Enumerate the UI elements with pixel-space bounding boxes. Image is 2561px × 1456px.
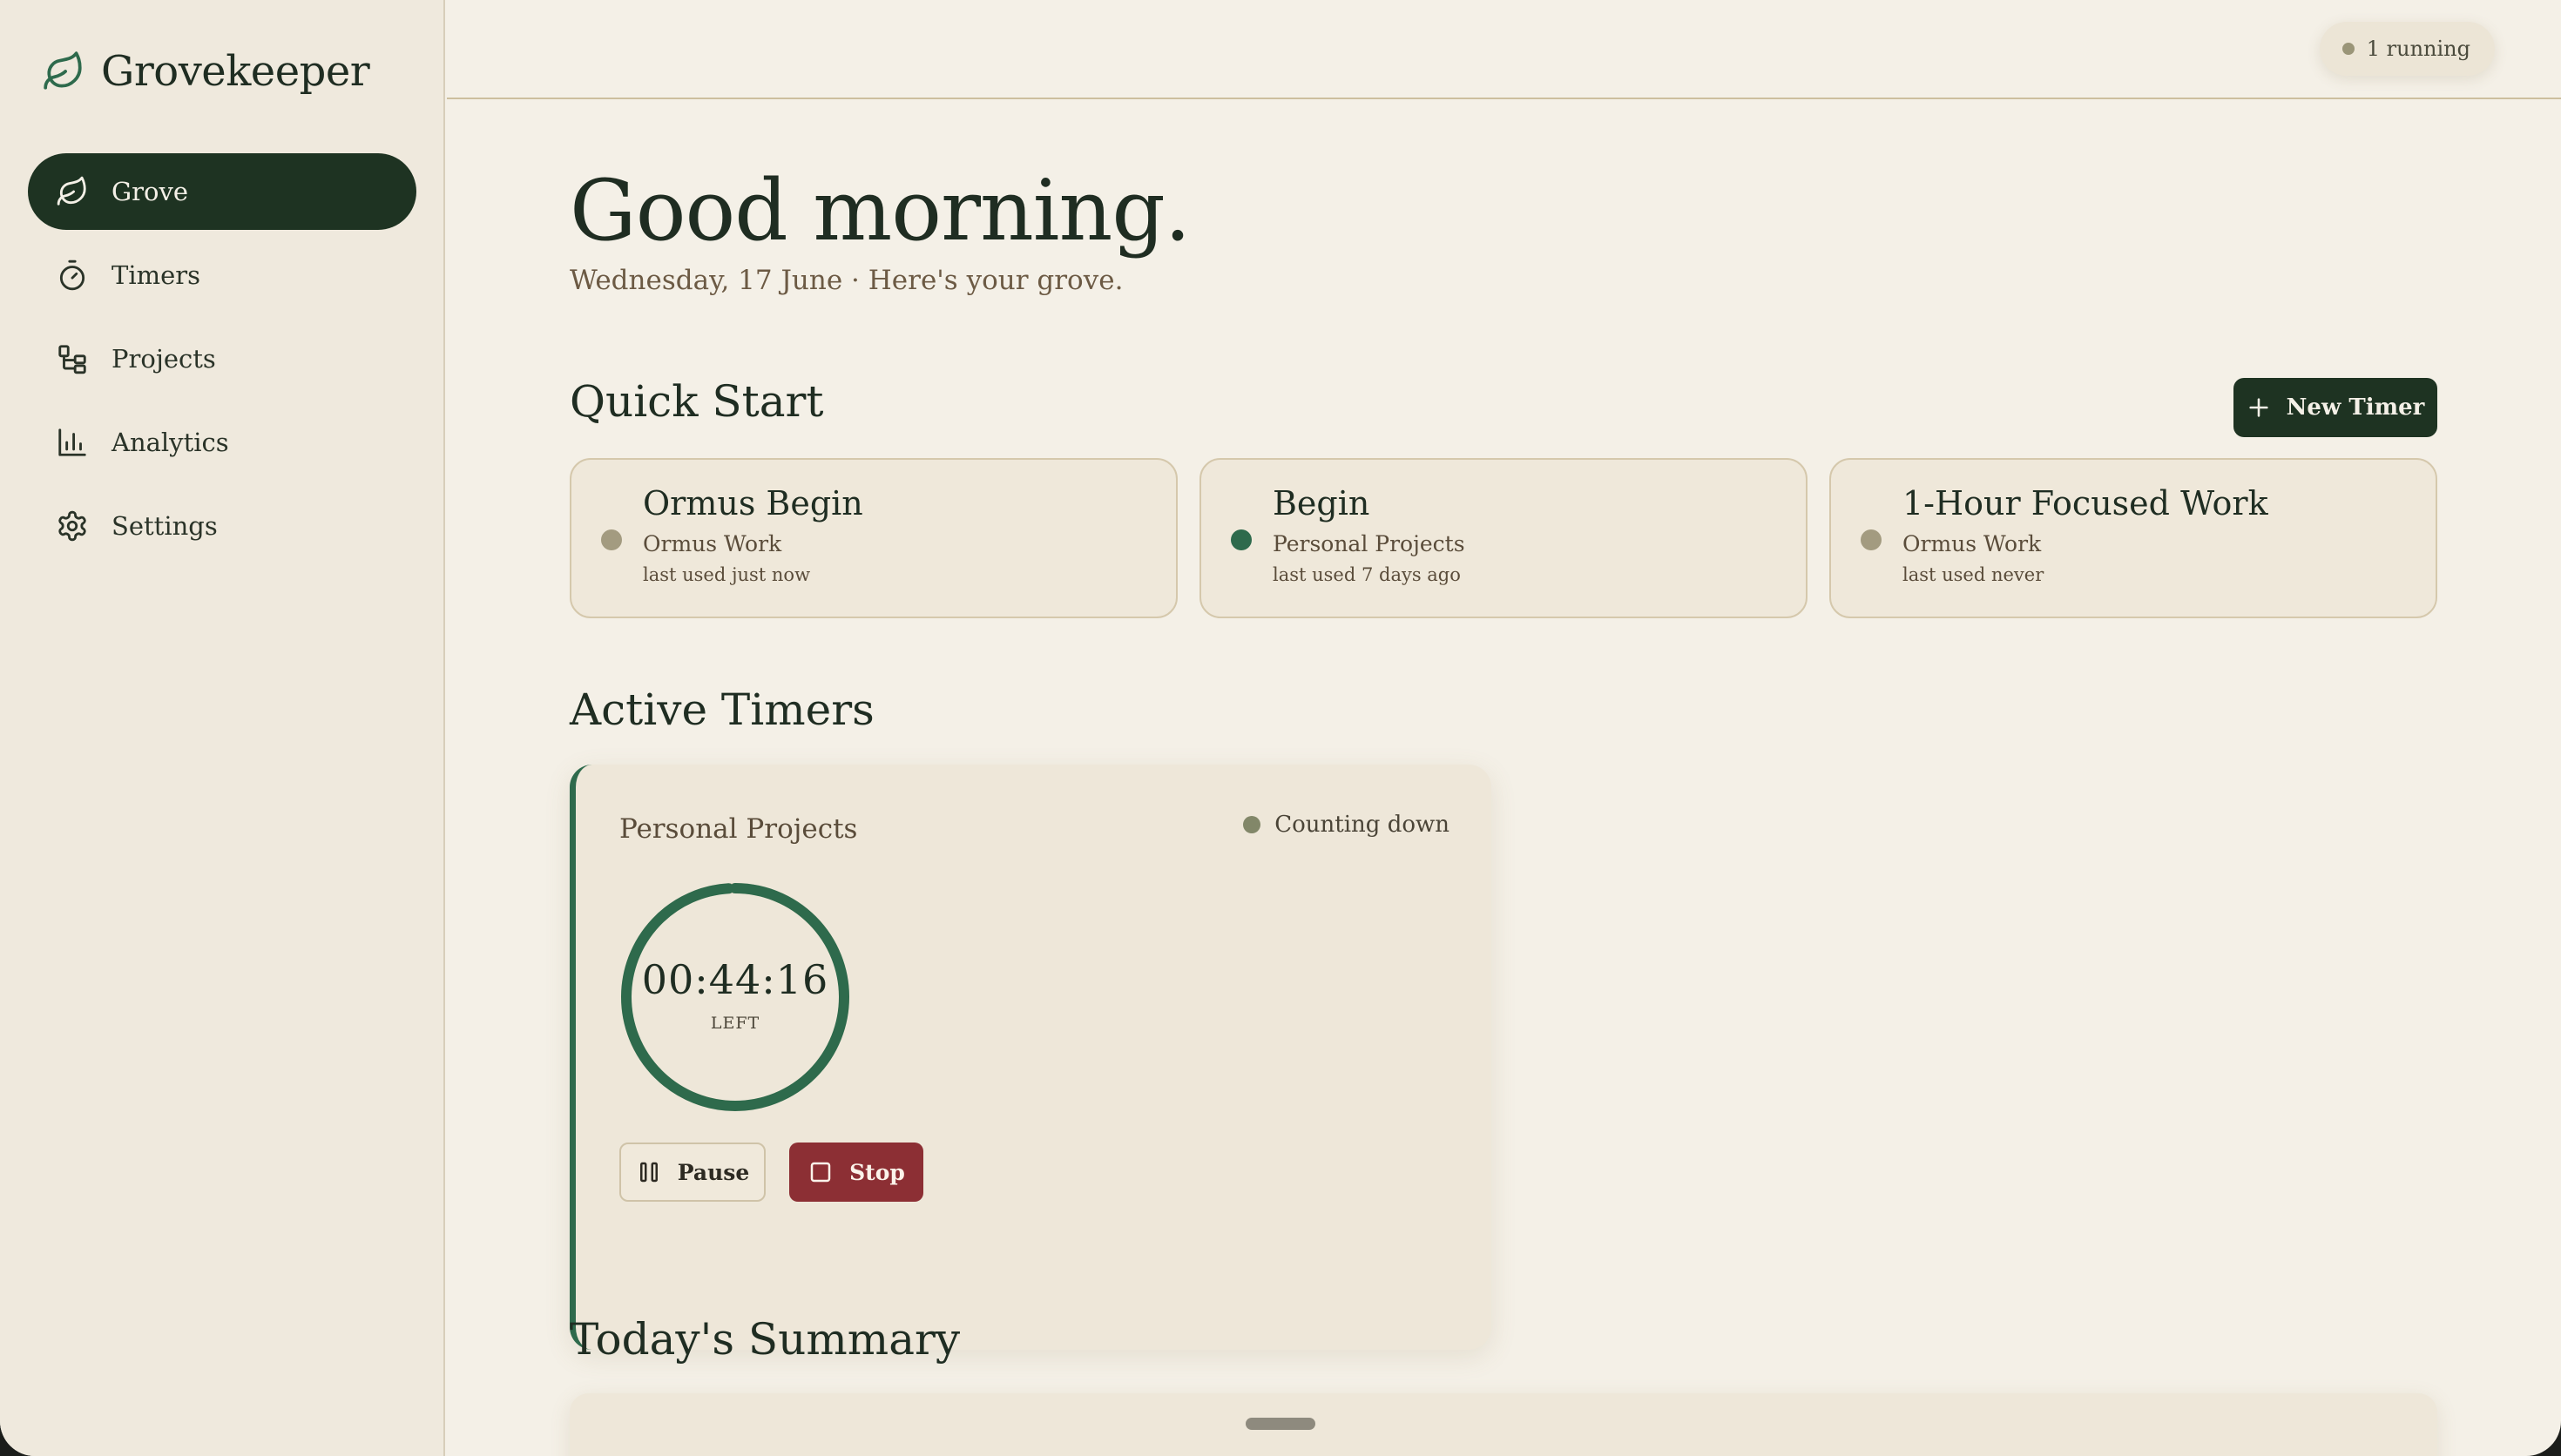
timer-last-used: last used 7 days ago <box>1273 564 1461 585</box>
quick-start-card[interactable]: Ormus Begin Ormus Work last used just no… <box>570 458 1178 618</box>
plus-icon <box>2247 395 2271 420</box>
sidebar-item-projects[interactable]: Projects <box>28 320 416 397</box>
quick-start-card[interactable]: 1-Hour Focused Work Ormus Work last used… <box>1829 458 2437 618</box>
sidebar-item-label: Timers <box>111 260 201 290</box>
new-timer-button[interactable]: New Timer <box>2233 378 2437 437</box>
leaf-icon <box>56 175 89 208</box>
gear-icon <box>56 509 89 543</box>
pause-label: Pause <box>677 1159 750 1185</box>
date-subtitle: Wednesday, 17 June · Here's your grove. <box>570 265 1124 296</box>
timer-name: Begin <box>1273 484 1370 522</box>
countdown-ring: 00:44:16 LEFT <box>619 881 851 1113</box>
sidebar-item-grove[interactable]: Grove <box>28 153 416 230</box>
timer-status-label: Counting down <box>1274 812 1449 838</box>
status-dot-icon <box>1243 816 1261 833</box>
timer-last-used: last used just now <box>643 564 811 585</box>
timer-time-label: LEFT <box>710 1014 760 1033</box>
timer-project: Personal Projects <box>619 813 858 845</box>
new-timer-label: New Timer <box>2286 394 2425 421</box>
timer-name: 1-Hour Focused Work <box>1902 484 2268 522</box>
bar-chart-icon <box>56 426 89 459</box>
sidebar: Grovekeeper Grove Timers Projects Analyt… <box>0 0 445 1456</box>
todays-summary-title: Today's Summary <box>570 1314 961 1365</box>
timer-project: Personal Projects <box>1273 531 1465 556</box>
stop-icon <box>807 1159 834 1185</box>
scroll-handle[interactable] <box>1246 1418 1315 1430</box>
timer-project: Ormus Work <box>1902 531 2042 556</box>
status-dot-icon <box>2341 43 2355 55</box>
running-status-pill[interactable]: 1 running <box>2319 22 2495 76</box>
timer-status: Counting down <box>1243 812 1449 838</box>
sidebar-item-label: Projects <box>111 344 216 374</box>
project-color-dot <box>1861 529 1882 550</box>
sidebar-item-analytics[interactable]: Analytics <box>28 404 416 481</box>
quick-start-title: Quick Start <box>570 376 824 427</box>
app-window: Grovekeeper Grove Timers Projects Analyt… <box>0 0 2561 1456</box>
timer-last-used: last used never <box>1902 564 2044 585</box>
sidebar-nav: Grove Timers Projects Analytics Settings <box>28 153 416 571</box>
stop-label: Stop <box>849 1159 905 1185</box>
pause-icon <box>636 1159 662 1185</box>
sidebar-item-label: Grove <box>111 177 189 206</box>
stop-button[interactable]: Stop <box>789 1143 923 1202</box>
folder-tree-icon <box>56 342 89 375</box>
page-title: Good morning. <box>570 162 1191 260</box>
app-name: Grovekeeper <box>101 47 370 96</box>
sidebar-item-settings[interactable]: Settings <box>28 488 416 564</box>
timer-project: Ormus Work <box>643 531 782 556</box>
timer-time-left: 00:44:16 <box>641 956 829 1003</box>
quick-start-card[interactable]: Begin Personal Projects last used 7 days… <box>1199 458 1808 618</box>
active-timer-card: Personal Projects Counting down 00:44:16… <box>570 765 1491 1350</box>
active-timers-title: Active Timers <box>570 684 875 735</box>
pause-button[interactable]: Pause <box>619 1143 766 1202</box>
sidebar-item-label: Analytics <box>111 428 229 457</box>
sidebar-item-label: Settings <box>111 511 218 541</box>
leaf-logo-icon <box>42 50 85 93</box>
project-color-dot <box>1231 529 1252 550</box>
running-count: 1 running <box>2366 37 2470 61</box>
project-color-dot <box>601 529 622 550</box>
brand[interactable]: Grovekeeper <box>42 44 370 99</box>
stopwatch-icon <box>56 259 89 292</box>
topbar: 1 running <box>447 0 2561 99</box>
timer-name: Ormus Begin <box>643 484 863 522</box>
summary-card <box>570 1393 2437 1456</box>
sidebar-item-timers[interactable]: Timers <box>28 237 416 313</box>
